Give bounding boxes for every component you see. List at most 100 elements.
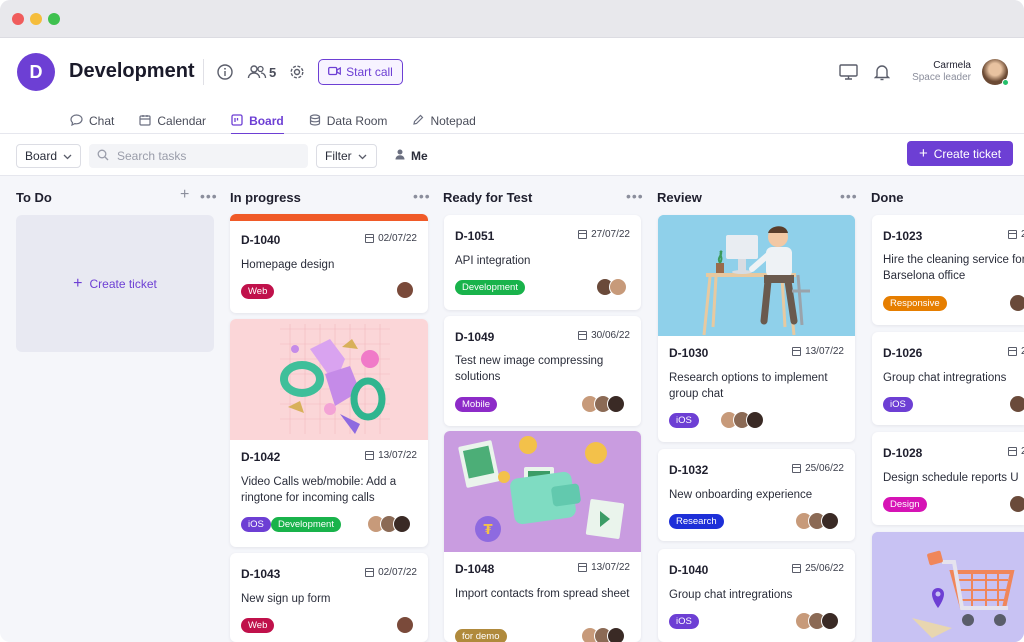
- tab-calendar[interactable]: Calendar: [139, 108, 206, 134]
- ticket-card[interactable]: D-1042 13/07/22 Video Calls web/mobile: …: [230, 319, 428, 547]
- plus-icon: +: [73, 274, 83, 292]
- ticket-card[interactable]: D-1030 13/07/22 Research options to impl…: [658, 215, 855, 442]
- notifications-bell-icon[interactable]: [873, 63, 891, 81]
- database-icon: [309, 113, 321, 129]
- ticket-cover-image: ₮: [444, 431, 641, 552]
- ticket-id: D-1040: [669, 563, 709, 577]
- chat-bubble-icon: [70, 113, 83, 129]
- ticket-card[interactable]: D-1028 25 Design schedule reports U Desi…: [872, 432, 1024, 525]
- screen-share-icon[interactable]: [838, 63, 858, 81]
- assignee-avatars[interactable]: [581, 627, 625, 642]
- board-view-select[interactable]: Board: [16, 144, 81, 168]
- assignee-avatars[interactable]: [1009, 294, 1024, 312]
- search-input[interactable]: Search tasks: [89, 144, 308, 168]
- assignee-avatars[interactable]: [581, 395, 625, 413]
- ticket-card[interactable]: D-1023 25 Hire the cleaning service for …: [872, 215, 1024, 325]
- tag-ios[interactable]: iOS: [241, 517, 271, 532]
- ticket-title: Group chat intregrations: [883, 372, 1007, 384]
- calendar-icon: [1008, 447, 1017, 456]
- ticket-card[interactable]: ₮ D-1048 13/07/22 Import contacts from s…: [444, 431, 641, 642]
- ticket-card[interactable]: D-1051 27/07/22 API integration Developm…: [444, 215, 641, 310]
- tab-board[interactable]: Board: [231, 108, 284, 135]
- ticket-cover-image: [230, 319, 428, 440]
- todo-create-ticket-label: Create ticket: [89, 276, 157, 291]
- tab-notepad[interactable]: Notepad: [412, 108, 476, 134]
- assignee-avatars[interactable]: [396, 616, 414, 634]
- start-call-label: Start call: [346, 65, 393, 79]
- ticket-date: 27/07/22: [578, 229, 630, 240]
- ticket-title: New onboarding experience: [669, 489, 813, 501]
- assignee-avatars[interactable]: [795, 612, 839, 630]
- column-more-icon[interactable]: •••: [626, 188, 644, 204]
- minimize-window-dot[interactable]: [30, 13, 42, 25]
- tag-for-demo[interactable]: for demo: [455, 629, 507, 642]
- tag-design[interactable]: Design: [883, 497, 927, 512]
- tab-data-room[interactable]: Data Room: [309, 108, 387, 134]
- assignee-avatars[interactable]: [720, 411, 764, 429]
- me-filter-button[interactable]: Me: [395, 149, 428, 163]
- tag-web[interactable]: Web: [241, 618, 275, 633]
- ticket-id: D-1026: [883, 346, 923, 360]
- ticket-date-text: 27/07/22: [591, 229, 630, 240]
- column-more-icon[interactable]: •••: [413, 188, 431, 204]
- assignee-avatars[interactable]: [367, 515, 411, 533]
- todo-create-ticket-button[interactable]: + Create ticket: [16, 215, 214, 352]
- ticket-card[interactable]: D-1040 25/06/22 Group chat intregrations…: [658, 549, 855, 642]
- calendar-icon: [1008, 230, 1017, 239]
- ticket-date: 25: [1008, 346, 1024, 357]
- ticket-card[interactable]: D-1043 02/07/22 New sign up form Web: [230, 553, 428, 642]
- search-icon: [97, 149, 109, 164]
- board-icon: [231, 113, 243, 129]
- tag-ios[interactable]: iOS: [669, 614, 699, 629]
- ticket-date-text: 02/07/22: [378, 233, 417, 244]
- column-more-icon[interactable]: •••: [840, 188, 858, 204]
- tag-ios[interactable]: iOS: [669, 413, 699, 428]
- ticket-title: Test new image compressing solutions: [455, 355, 604, 383]
- avatar: [396, 281, 414, 299]
- create-ticket-button[interactable]: + Create ticket: [907, 141, 1013, 166]
- assignee-avatars[interactable]: [1009, 395, 1024, 413]
- abstract-shapes-illustration: [280, 324, 390, 434]
- info-icon[interactable]: [216, 63, 234, 81]
- assignee-avatars[interactable]: [795, 512, 839, 530]
- tag-development[interactable]: Development: [455, 280, 525, 295]
- close-window-dot[interactable]: [12, 13, 24, 25]
- tag-responsive[interactable]: Responsive: [883, 296, 947, 311]
- ticket-id: D-1051: [455, 229, 495, 243]
- start-call-button[interactable]: Start call: [318, 59, 403, 85]
- assignee-avatars[interactable]: [396, 281, 414, 299]
- ticket-date-text: 25/06/22: [805, 463, 844, 474]
- assignee-avatars[interactable]: [1009, 495, 1024, 513]
- tag-development[interactable]: Development: [271, 517, 341, 532]
- ticket-card[interactable]: D-1032 25/06/22 New onboarding experienc…: [658, 449, 855, 541]
- ticket-id: D-1040: [241, 233, 281, 247]
- tag-research[interactable]: Research: [669, 514, 724, 529]
- tab-board-label: Board: [249, 114, 284, 128]
- tab-chat[interactable]: Chat: [70, 108, 114, 134]
- members-icon[interactable]: [246, 63, 268, 81]
- ticket-title: API integration: [455, 255, 531, 267]
- calendar-icon: [578, 563, 588, 572]
- calendar-icon: [578, 331, 588, 340]
- ticket-card[interactable]: [872, 532, 1024, 642]
- space-avatar[interactable]: D: [17, 53, 55, 91]
- tag-mobile[interactable]: Mobile: [455, 397, 497, 412]
- filter-select[interactable]: Filter: [316, 144, 377, 168]
- ticket-card[interactable]: D-1026 25 Group chat intregrations iOS: [872, 332, 1024, 425]
- settings-gear-icon[interactable]: [288, 63, 306, 81]
- user-name: Carmela: [933, 60, 971, 71]
- ticket-date-text: 13/07/22: [378, 450, 417, 461]
- column-title-done: Done: [871, 190, 904, 205]
- assignee-avatars[interactable]: [596, 278, 627, 296]
- tag-ios[interactable]: iOS: [883, 397, 913, 412]
- ticket-card[interactable]: D-1040 02/07/22 Homepage design Web: [230, 214, 428, 313]
- column-more-icon[interactable]: •••: [200, 188, 218, 204]
- ticket-title: Group chat intregrations: [669, 589, 793, 601]
- maximize-window-dot[interactable]: [48, 13, 60, 25]
- ticket-date: 13/07/22: [578, 562, 630, 573]
- add-ticket-plus-icon[interactable]: +: [180, 186, 189, 204]
- ticket-card[interactable]: D-1049 30/06/22 Test new image compressi…: [444, 316, 641, 426]
- page-title: Development: [69, 60, 195, 82]
- ticket-date: 30/06/22: [578, 330, 630, 341]
- tag-web[interactable]: Web: [241, 284, 275, 299]
